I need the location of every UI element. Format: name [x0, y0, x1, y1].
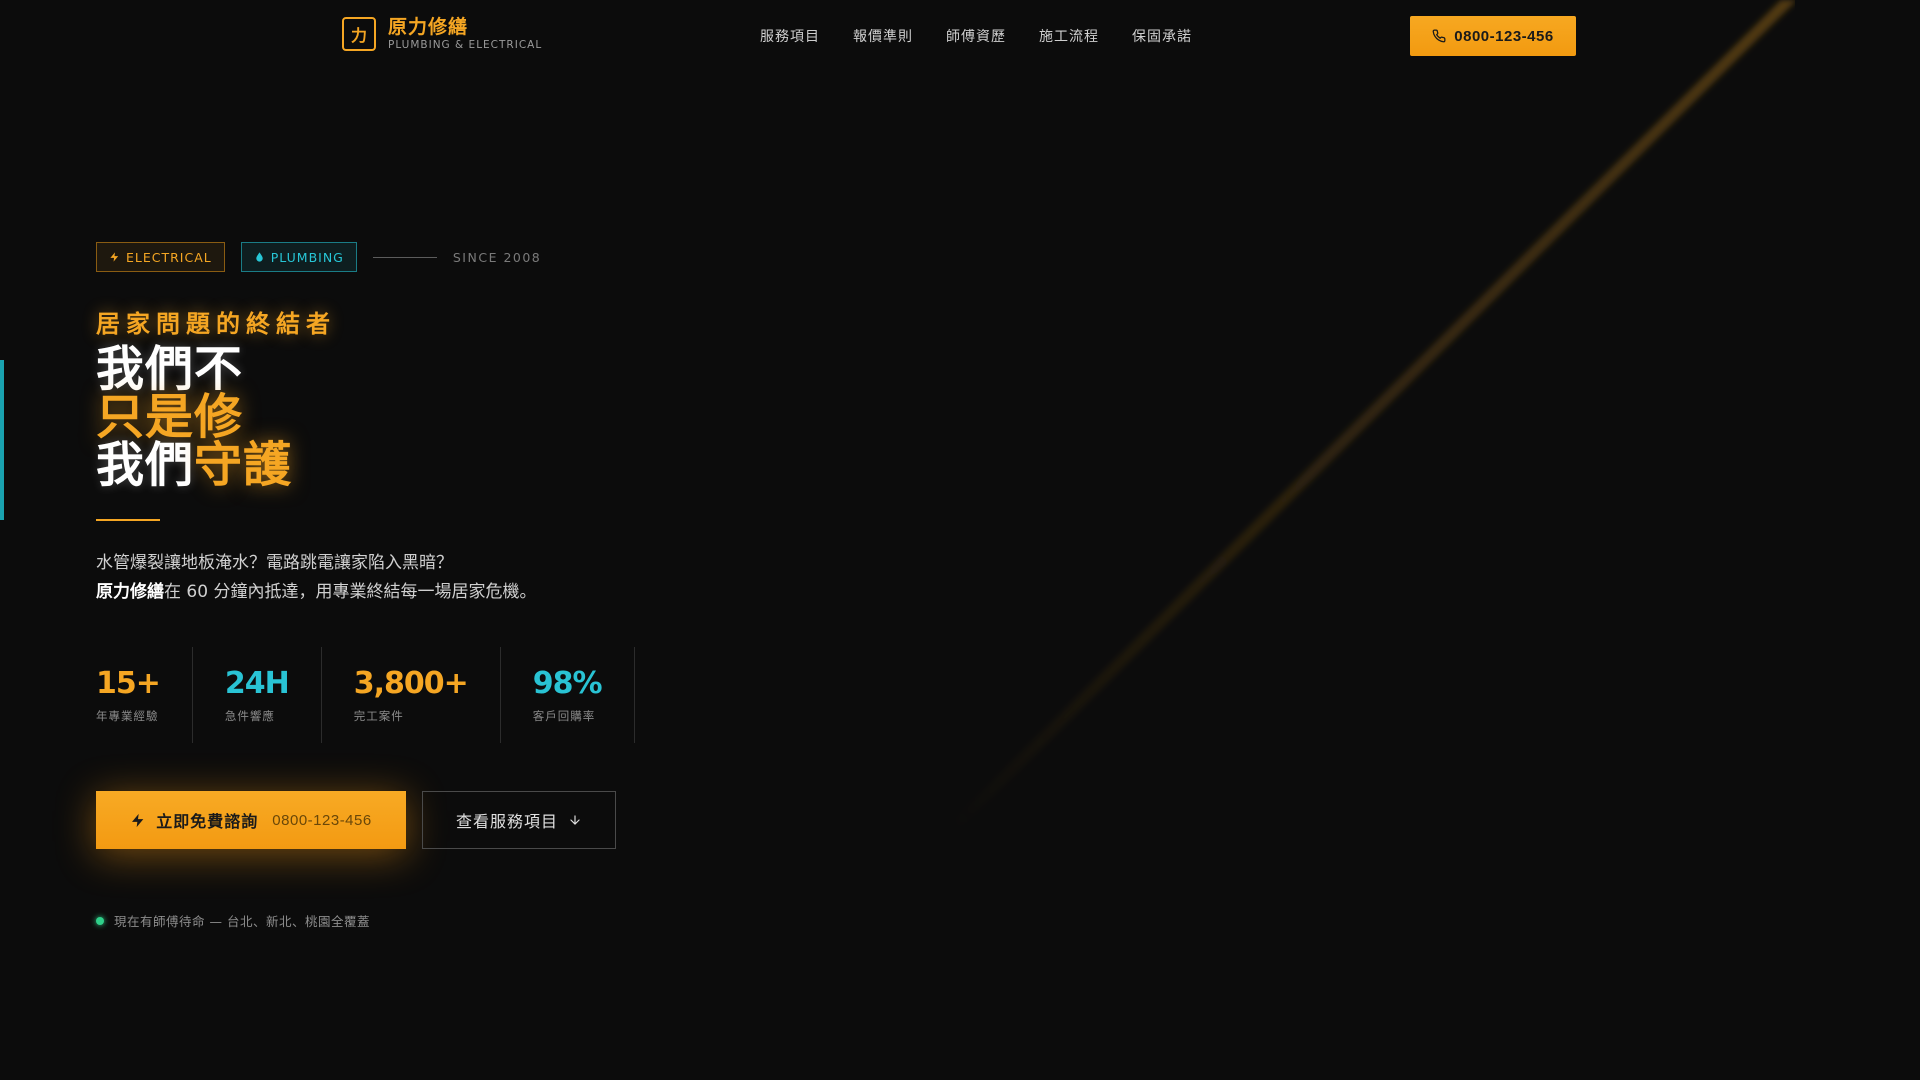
diagonal-light-stripe	[955, 0, 1795, 834]
desc-line-1: 水管爆裂讓地板淹水？電路跳電讓家陷入黑暗？	[96, 553, 453, 573]
landing-page: 力 原力修繕 PLUMBING & ELECTRICAL 服務項目 報價準則 師…	[0, 0, 1920, 1080]
stat-label: 客戶回購率	[532, 709, 596, 723]
nav-links: 服務項目 報價準則 師傅資歷 施工流程 保固承諾	[760, 26, 1192, 46]
top-navigation: 力 原力修繕 PLUMBING & ELECTRICAL 服務項目 報價準則 師…	[0, 0, 1920, 72]
brand-text: 原力修繕 PLUMBING & ELECTRICAL	[388, 16, 542, 52]
brand-logo[interactable]: 力 原力修繕 PLUMBING & ELECTRICAL	[342, 16, 542, 52]
nav-link-warranty[interactable]: 保固承諾	[1132, 26, 1192, 46]
brand-name: 原力修繕	[388, 16, 469, 38]
free-consult-label: 立即免費諮詢	[156, 814, 259, 831]
nav-link-services[interactable]: 服務項目	[760, 26, 820, 46]
headline-line-3: 我們守護	[96, 441, 796, 489]
phone-icon	[1432, 29, 1446, 43]
stat-cases: 3,800+ 完工案件	[322, 647, 501, 743]
view-services-button[interactable]: 查看服務項目	[422, 791, 616, 849]
tag-plumbing: PLUMBING	[240, 242, 357, 272]
hero-section: ELECTRICAL PLUMBING SINCE 2008 居家問題的終結者 …	[96, 242, 796, 930]
hero-headline: 我們不 只是修 我們守護	[96, 345, 796, 489]
stat-label: 年專業經驗	[96, 709, 159, 723]
desc-line-2: 在 60 分鐘內抵達，用專業終結每一場居家危機。	[164, 582, 537, 602]
lightning-icon	[132, 813, 144, 827]
stats-row: 15+ 年專業經驗 24H 急件響應 3,800+ 完工案件 98% 客戶回購率	[96, 647, 796, 743]
stat-value: 3,800+	[353, 666, 469, 701]
tag-electrical-label: ELECTRICAL	[126, 249, 212, 265]
headline-line-1: 我們不	[96, 341, 244, 397]
nav-link-process[interactable]: 施工流程	[1039, 26, 1099, 46]
hero-tags: ELECTRICAL PLUMBING SINCE 2008	[96, 242, 796, 272]
nav-link-pricing[interactable]: 報價準則	[853, 26, 913, 46]
hero-eyebrow: 居家問題的終結者	[96, 310, 336, 338]
left-accent-bar	[0, 360, 4, 520]
stat-value: 15+	[96, 666, 161, 701]
headline-line-3-orange: 守護	[194, 437, 293, 493]
brand-mark-icon: 力	[342, 17, 376, 51]
availability-status: 現在有師傅待命 — 台北、新北、桃園全覆蓋	[96, 911, 796, 930]
status-dot-icon	[96, 916, 104, 925]
water-drop-icon	[256, 252, 263, 262]
nav-link-technicians[interactable]: 師傅資歷	[946, 26, 1006, 46]
nav-call-number: 0800-123-456	[1454, 27, 1554, 45]
headline-divider	[96, 519, 160, 521]
since-label: SINCE 2008	[452, 249, 542, 265]
stat-repurchase: 98% 客戶回購率	[501, 647, 635, 743]
nav-call-button[interactable]: 0800-123-456	[1410, 16, 1576, 56]
free-consult-phone: 0800-123-456	[272, 811, 372, 829]
stat-experience: 15+ 年專業經驗	[96, 647, 193, 743]
free-consult-button[interactable]: 立即免費諮詢 0800-123-456	[96, 791, 406, 849]
headline-line-2: 只是修	[96, 389, 244, 445]
tag-divider-line	[372, 256, 437, 258]
stat-response: 24H 急件響應	[193, 647, 322, 743]
stat-label: 急件響應	[224, 709, 275, 723]
status-text: 現在有師傅待命 — 台北、新北、桃園全覆蓋	[114, 914, 370, 929]
hero-description: 水管爆裂讓地板淹水？電路跳電讓家陷入黑暗？ 原力修繕在 60 分鐘內抵達，用專業…	[96, 549, 796, 607]
headline-line-3-white: 我們	[96, 437, 195, 493]
stat-value: 98%	[532, 666, 603, 701]
hero-cta-group: 立即免費諮詢 0800-123-456 查看服務項目	[96, 791, 796, 849]
brand-subtitle: PLUMBING & ELECTRICAL	[388, 39, 543, 51]
tag-electrical: ELECTRICAL	[96, 242, 225, 272]
view-services-label: 查看服務項目	[455, 814, 558, 831]
arrow-down-icon	[570, 815, 580, 825]
stat-value: 24H	[224, 666, 290, 701]
lightning-icon	[110, 252, 119, 262]
tag-plumbing-label: PLUMBING	[270, 249, 344, 265]
desc-brand: 原力修繕	[96, 582, 164, 602]
stat-label: 完工案件	[353, 709, 404, 723]
